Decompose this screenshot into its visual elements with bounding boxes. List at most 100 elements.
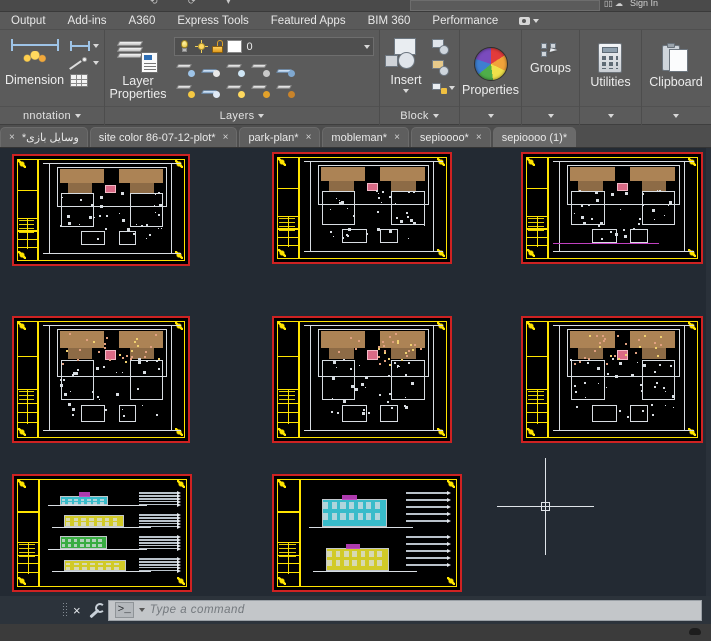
clipboard-button[interactable]: Clipboard xyxy=(649,43,703,89)
layer-freeze-icon[interactable] xyxy=(226,61,246,77)
ribbon-tab-express-tools[interactable]: Express Tools xyxy=(166,12,259,30)
chevron-down-icon[interactable] xyxy=(364,44,371,49)
command-input[interactable]: >_ Type a command xyxy=(107,599,702,621)
groups-button[interactable]: Groups xyxy=(530,43,571,75)
cad-sheet[interactable] xyxy=(272,152,452,264)
layer-lock-icon[interactable] xyxy=(251,61,271,77)
layer-match-icon[interactable] xyxy=(176,61,196,77)
layer-select-combo[interactable]: 0 xyxy=(174,37,375,56)
landscape-dot xyxy=(585,396,587,398)
sun-freeze-icon[interactable] xyxy=(195,40,209,53)
layer-previous-icon[interactable] xyxy=(201,82,221,98)
quick-access-toolbar[interactable]: ⟲ ⟳ ▾ xyxy=(150,0,245,7)
cad-sheet[interactable] xyxy=(521,316,703,443)
doc-tab-sepioooo-1[interactable]: sepioooo (1)* xyxy=(492,127,577,147)
detail-dot xyxy=(406,355,409,358)
layer-off-icon[interactable] xyxy=(276,82,296,98)
layer-thaw-all-icon[interactable] xyxy=(226,82,246,98)
landscape-dot xyxy=(573,224,575,226)
insert-block-icon xyxy=(384,37,428,71)
cad-sheet[interactable] xyxy=(272,316,452,443)
roof-mass xyxy=(129,183,154,193)
properties-button[interactable]: Properties xyxy=(462,47,519,97)
camera-icon[interactable] xyxy=(509,16,549,25)
landscape-dot xyxy=(391,407,394,410)
close-icon[interactable]: × xyxy=(394,132,400,143)
layer-unlock-icon[interactable] xyxy=(251,82,271,98)
drawing-canvas[interactable] xyxy=(0,148,711,596)
account-icons[interactable]: ▯▯ ☁ xyxy=(604,0,623,8)
close-icon[interactable]: × xyxy=(476,132,482,143)
layer-make-current-icon[interactable] xyxy=(201,61,221,77)
layer-on-icon[interactable] xyxy=(176,82,196,98)
ribbon-tab-a360[interactable]: A360 xyxy=(118,12,167,30)
layer-color-swatch[interactable] xyxy=(227,40,243,53)
window xyxy=(86,538,90,543)
close-icon[interactable]: × xyxy=(223,132,229,143)
accent-band xyxy=(342,495,357,501)
panel-label-clipboard[interactable] xyxy=(642,106,710,125)
detail-dot xyxy=(578,360,581,363)
unlock-icon[interactable] xyxy=(212,40,224,53)
panel-label-annotation[interactable]: nnotation xyxy=(0,106,104,125)
cad-sheet[interactable] xyxy=(12,154,190,266)
landscape-dot xyxy=(406,215,409,218)
landscape-dot xyxy=(99,204,103,208)
ribbon: Dimension nnotation Layer Properties 0 L… xyxy=(0,30,711,125)
layer-isolate-icon[interactable] xyxy=(276,61,296,77)
doc-tab-vasayel-bazi[interactable]: وسایل بازی* × xyxy=(0,127,88,147)
landscape-dot xyxy=(121,218,125,222)
panel-label-layers[interactable]: Layers xyxy=(105,106,379,125)
cad-sheet[interactable] xyxy=(521,152,703,264)
lightbulb-icon[interactable] xyxy=(178,40,191,53)
doc-tab-sepioooo[interactable]: sepioooo* × xyxy=(410,127,491,147)
close-icon[interactable]: × xyxy=(73,603,81,618)
chevron-down-icon[interactable] xyxy=(138,608,145,612)
dimension-arrow xyxy=(177,546,182,551)
panel-label-utilities[interactable] xyxy=(580,106,641,125)
landscape-dot xyxy=(623,229,626,232)
linear-dimension-button[interactable] xyxy=(70,40,100,52)
dimension-button[interactable]: Dimension xyxy=(5,37,64,87)
ribbon-tab-bim360[interactable]: BIM 360 xyxy=(357,12,422,30)
table-button[interactable] xyxy=(70,74,99,92)
cad-sheet[interactable] xyxy=(272,474,462,592)
detail-dot xyxy=(388,335,391,338)
ribbon-tab-output[interactable]: Output xyxy=(0,12,57,30)
vertical-scrollbar[interactable] xyxy=(706,148,711,596)
cad-sheet[interactable] xyxy=(12,316,190,443)
doc-tab-site-color[interactable]: site color 86-07-12-plot* × xyxy=(89,127,238,147)
panel-label-properties[interactable] xyxy=(460,106,521,125)
detail-dot xyxy=(387,357,390,360)
panel-label-block[interactable]: Block xyxy=(380,106,459,125)
ribbon-tab-featured-apps[interactable]: Featured Apps xyxy=(260,12,357,30)
landscape-dot xyxy=(347,234,350,237)
cad-sheet[interactable] xyxy=(12,474,192,592)
doc-tab-park-plan[interactable]: park-plan* × xyxy=(239,127,321,147)
leader-button[interactable] xyxy=(69,57,100,69)
insert-button[interactable]: Insert xyxy=(384,37,428,93)
clipboard-icon xyxy=(661,43,690,73)
detail-dot xyxy=(86,338,89,341)
create-block-icon[interactable] xyxy=(432,39,452,55)
close-icon[interactable]: × xyxy=(306,132,312,143)
detail-dot xyxy=(598,342,601,345)
roof-mass xyxy=(570,167,616,182)
title-block-divider xyxy=(37,321,39,438)
window xyxy=(352,559,358,566)
sign-in-button[interactable]: Sign In xyxy=(630,0,658,8)
help-search-input[interactable] xyxy=(410,0,600,11)
ribbon-tab-addins[interactable]: Add-ins xyxy=(57,12,118,30)
edit-attribute-icon[interactable] xyxy=(432,60,452,76)
panel-label-groups[interactable] xyxy=(522,106,579,125)
plan-guide xyxy=(171,325,172,430)
ribbon-tab-performance[interactable]: Performance xyxy=(421,12,509,30)
utilities-button[interactable]: Utilities xyxy=(590,43,631,89)
close-icon[interactable]: × xyxy=(9,132,15,143)
set-base-point-button[interactable] xyxy=(432,81,455,94)
plan-guide xyxy=(433,161,434,251)
wrench-icon[interactable] xyxy=(87,603,105,617)
doc-tab-mobleman[interactable]: mobleman* × xyxy=(322,127,409,147)
drag-handle[interactable] xyxy=(62,602,67,618)
layer-properties-button[interactable]: Layer Properties xyxy=(110,37,166,101)
